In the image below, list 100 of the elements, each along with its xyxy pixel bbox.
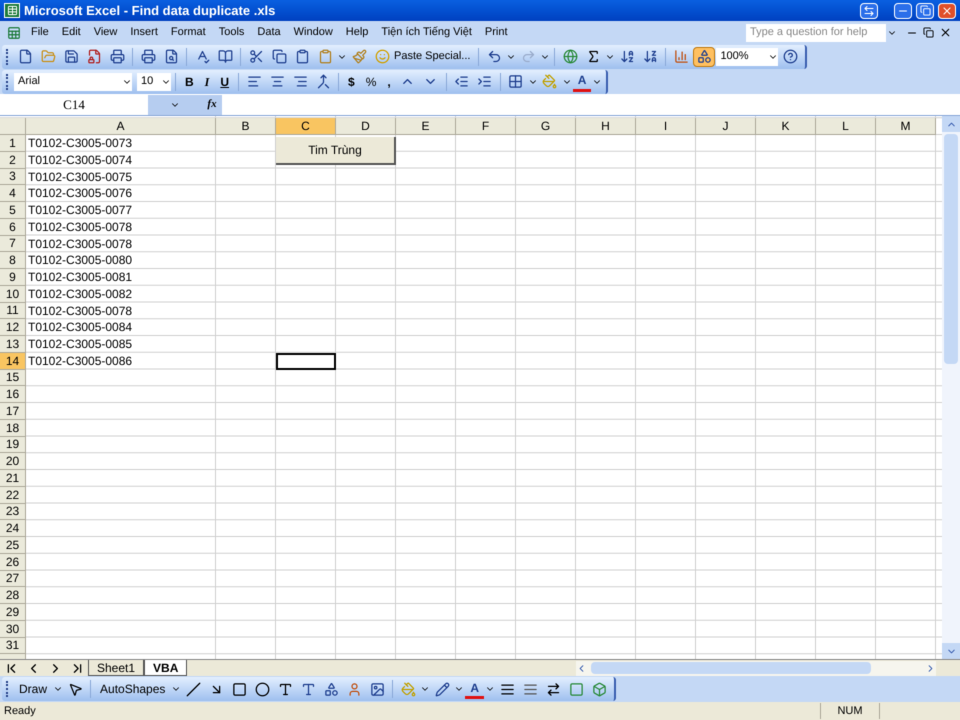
- row-header[interactable]: 1: [0, 135, 26, 152]
- italic-button[interactable]: I: [200, 72, 214, 92]
- column-header[interactable]: H: [576, 118, 636, 135]
- menu-item[interactable]: Help: [340, 24, 374, 41]
- zoom-field[interactable]: 100%: [716, 48, 778, 66]
- active-cell[interactable]: [276, 352, 336, 370]
- column-header[interactable]: I: [636, 118, 696, 135]
- table-cell-text: T0102-C3005-0085: [27, 336, 134, 353]
- row-header[interactable]: 30: [0, 620, 26, 638]
- row-header[interactable]: 29: [0, 604, 26, 621]
- column-header[interactable]: L: [816, 118, 876, 135]
- table-cell-text: T0102-C3005-0086: [27, 352, 134, 370]
- restore-icon[interactable]: [923, 27, 934, 38]
- close-icon[interactable]: [938, 2, 956, 18]
- row-header[interactable]: 12: [0, 319, 26, 336]
- vertical-scrollbar[interactable]: [942, 116, 960, 659]
- row-header[interactable]: 19: [0, 436, 26, 454]
- row-header[interactable]: 3: [0, 168, 26, 186]
- minimize-icon[interactable]: [894, 2, 912, 18]
- row-header[interactable]: 6: [0, 218, 26, 236]
- column-header[interactable]: K: [756, 118, 816, 135]
- row-header[interactable]: 27: [0, 570, 26, 588]
- column-header[interactable]: E: [396, 118, 456, 135]
- row-header[interactable]: 31: [0, 638, 26, 654]
- row-header[interactable]: 26: [0, 554, 26, 570]
- row-header[interactable]: 25: [0, 537, 26, 554]
- bold-button[interactable]: B: [180, 72, 199, 92]
- status-indicator: NUM: [820, 702, 880, 720]
- paste-special-button[interactable]: Paste Special...: [371, 48, 474, 65]
- menu-item[interactable]: View: [88, 24, 124, 41]
- excel-logo-icon: [4, 3, 20, 18]
- column-header[interactable]: J: [696, 118, 756, 135]
- column-header[interactable]: B: [216, 118, 276, 135]
- row-header[interactable]: 10: [0, 286, 26, 302]
- column-header[interactable]: A: [26, 118, 216, 135]
- row-header[interactable]: 16: [0, 386, 26, 403]
- window-title: Microsoft Excel - Find data duplicate .xls: [24, 2, 276, 20]
- column-header[interactable]: C: [276, 118, 336, 135]
- resize-icon[interactable]: [860, 2, 878, 18]
- font-size-field[interactable]: 10: [137, 72, 171, 90]
- row-header[interactable]: 8: [0, 252, 26, 269]
- row-header[interactable]: 13: [0, 336, 26, 353]
- scrollbar-thumb[interactable]: [591, 662, 871, 674]
- help-search-field[interactable]: Type a question for help: [746, 24, 886, 42]
- table-cell-text: T0102-C3005-0078: [27, 236, 134, 252]
- menu-item[interactable]: Tools: [212, 24, 250, 41]
- menu-item[interactable]: Edit: [56, 24, 87, 41]
- restore-icon[interactable]: [916, 2, 934, 18]
- table-cell-text: T0102-C3005-0076: [27, 185, 134, 202]
- menu-item[interactable]: Tiện ích Tiếng Việt: [375, 24, 478, 41]
- row-header[interactable]: 21: [0, 470, 26, 487]
- table-cell-text: T0102-C3005-0078: [27, 218, 134, 236]
- menu-item[interactable]: Insert: [124, 24, 164, 41]
- menu-item[interactable]: Print: [478, 24, 514, 41]
- smiley-icon: [375, 49, 390, 64]
- close-icon[interactable]: [939, 26, 952, 39]
- row-header[interactable]: 22: [0, 486, 26, 504]
- column-header[interactable]: G: [516, 118, 576, 135]
- currency-button[interactable]: $: [343, 72, 360, 92]
- find-duplicates-button[interactable]: Tim Trùng: [276, 137, 396, 165]
- row-header[interactable]: 18: [0, 420, 26, 436]
- sheet-tab[interactable]: VBA: [144, 660, 188, 676]
- row-header[interactable]: 23: [0, 504, 26, 520]
- row-header[interactable]: 4: [0, 185, 26, 202]
- font-field[interactable]: Arial: [14, 72, 132, 90]
- column-header[interactable]: M: [876, 118, 936, 135]
- autoshapes-menu-button[interactable]: AutoShapes: [95, 679, 170, 699]
- menu-item[interactable]: Window: [288, 24, 339, 41]
- table-cell-text: T0102-C3005-0084: [27, 319, 134, 336]
- sheet-tab[interactable]: Sheet1: [88, 660, 144, 676]
- shapes-icon[interactable]: [693, 46, 716, 66]
- menu-item[interactable]: Data: [251, 24, 287, 41]
- comma-button[interactable]: ,: [382, 72, 396, 92]
- font-color-button[interactable]: A: [465, 679, 484, 699]
- row-header[interactable]: 11: [0, 302, 26, 320]
- column-header[interactable]: F: [456, 118, 516, 135]
- scroll-up-button[interactable]: [942, 116, 960, 132]
- row-header[interactable]: 28: [0, 587, 26, 604]
- horizontal-scrollbar[interactable]: [576, 660, 936, 676]
- table-cell-text: T0102-C3005-0077: [27, 202, 134, 219]
- table-cell-text: T0102-C3005-0075: [27, 168, 134, 186]
- draw-menu-button[interactable]: Draw: [14, 679, 52, 699]
- menu-item[interactable]: Format: [164, 24, 212, 41]
- table-cell-text: T0102-C3005-0080: [27, 252, 134, 269]
- underline-button[interactable]: U: [215, 72, 234, 92]
- column-header[interactable]: D: [336, 118, 396, 135]
- row-header[interactable]: 20: [0, 453, 26, 470]
- percent-button[interactable]: %: [360, 72, 382, 92]
- scrollbar-thumb[interactable]: [944, 134, 958, 364]
- status-text: Ready: [3, 704, 36, 719]
- row-header[interactable]: 15: [0, 370, 26, 386]
- row-header[interactable]: 5: [0, 202, 26, 219]
- row-header[interactable]: 7: [0, 236, 26, 252]
- row-header[interactable]: 14: [0, 352, 26, 370]
- row-header[interactable]: 24: [0, 520, 26, 537]
- function-button[interactable]: fx: [202, 94, 222, 114]
- row-header[interactable]: 17: [0, 403, 26, 420]
- menu-item[interactable]: File: [25, 24, 55, 41]
- row-header[interactable]: 9: [0, 269, 26, 286]
- row-header[interactable]: 2: [0, 152, 26, 168]
